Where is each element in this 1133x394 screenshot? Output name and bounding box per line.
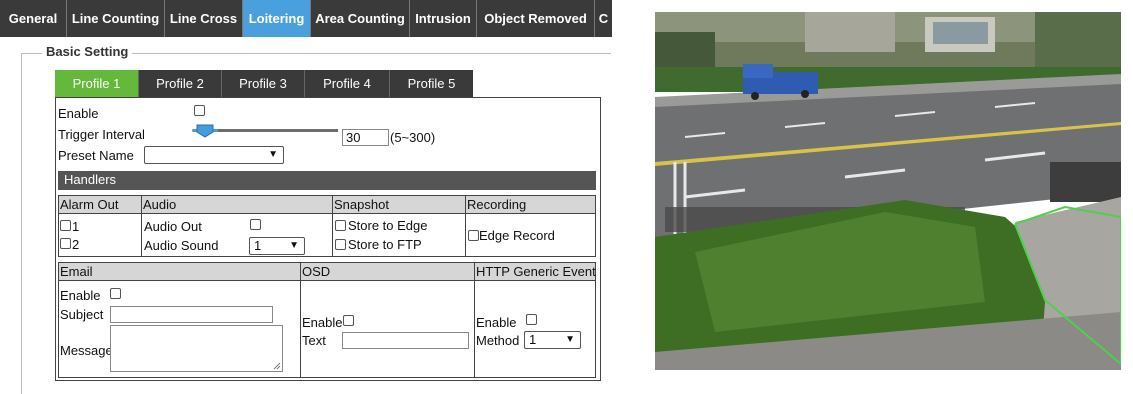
- camera-live-view[interactable]: [655, 12, 1121, 370]
- http-event-header: HTTP Generic Event: [476, 264, 596, 279]
- enable-label: Enable: [58, 106, 99, 121]
- audio-out-checkbox[interactable]: [250, 219, 261, 230]
- chevron-down-icon: ▼: [289, 240, 299, 251]
- http-method-select[interactable]: 1 ▼: [524, 331, 581, 349]
- audio-out-label: Audio Out: [144, 219, 202, 234]
- osd-enable-label: Enable: [302, 315, 343, 330]
- preset-name-select[interactable]: ▼: [144, 146, 284, 164]
- audio-header: Audio: [143, 197, 177, 212]
- osd-enable-checkbox[interactable]: [343, 315, 354, 326]
- resize-grip-icon[interactable]: [273, 362, 281, 370]
- tab-line-counting[interactable]: Line Counting: [67, 0, 165, 37]
- http-enable-label: Enable: [476, 315, 517, 330]
- trigger-interval-range: (5~300): [390, 130, 436, 145]
- tab-area-counting[interactable]: Area Counting: [311, 0, 410, 37]
- notification-divider-2: [474, 263, 475, 377]
- email-message-label: Message: [60, 343, 113, 358]
- store-edge-checkbox[interactable]: [335, 220, 346, 231]
- audio-sound-value: 1: [254, 238, 262, 253]
- trigger-interval-track-rest: [218, 129, 338, 132]
- profile-tab-3[interactable]: Profile 3: [222, 70, 305, 97]
- preset-name-label: Preset Name: [58, 148, 134, 163]
- basic-setting-legend: Basic Setting: [42, 44, 133, 59]
- camera-scene: [655, 12, 1121, 370]
- edge-record-label: Edge Record: [479, 228, 555, 243]
- audio-sound-label: Audio Sound: [144, 238, 219, 253]
- tab-intrusion[interactable]: Intrusion: [410, 0, 477, 37]
- tab-general[interactable]: General: [0, 0, 67, 37]
- email-enable-checkbox[interactable]: [110, 288, 121, 299]
- notification-divider-1: [300, 263, 301, 377]
- email-subject-label: Subject: [60, 307, 104, 322]
- osd-text-input[interactable]: [342, 332, 469, 349]
- trigger-interval-slider-thumb[interactable]: [196, 124, 214, 138]
- chevron-down-icon: ▼: [565, 334, 575, 345]
- store-ftp-checkbox[interactable]: [335, 239, 346, 250]
- alarm-out-1-label: 1: [72, 219, 80, 234]
- trigger-interval-label: Trigger Interval: [58, 127, 145, 142]
- http-method-label: Method: [476, 333, 520, 348]
- snapshot-header: Snapshot: [334, 197, 389, 212]
- tab-more[interactable]: C: [595, 0, 612, 37]
- chevron-down-icon: ▼: [268, 149, 278, 160]
- osd-header: OSD: [302, 264, 331, 279]
- osd-text-label: Text: [302, 333, 326, 348]
- handlers-divider-1: [141, 196, 142, 256]
- alarm-out-1-checkbox[interactable]: [60, 220, 71, 231]
- profile-tab-1[interactable]: Profile 1: [55, 70, 139, 97]
- http-method-value: 1: [529, 332, 537, 347]
- profile-tab-5[interactable]: Profile 5: [390, 70, 473, 97]
- profile-tab-4[interactable]: Profile 4: [305, 70, 390, 97]
- trigger-interval-input[interactable]: 30: [342, 129, 389, 146]
- tab-loitering[interactable]: Loitering: [243, 0, 311, 37]
- handlers-divider-2: [332, 196, 333, 256]
- email-message-textarea[interactable]: [110, 325, 283, 372]
- tab-object-removed[interactable]: Object Removed: [477, 0, 595, 37]
- enable-checkbox[interactable]: [194, 105, 205, 116]
- edge-record-checkbox[interactable]: [468, 230, 479, 241]
- alarm-out-2-label: 2: [72, 237, 80, 252]
- tab-line-cross[interactable]: Line Cross: [165, 0, 243, 37]
- analytics-tab-bar: General Line Counting Line Cross Loiteri…: [0, 0, 612, 37]
- handlers-divider-3: [465, 196, 466, 256]
- email-enable-label: Enable: [60, 288, 101, 303]
- recording-header: Recording: [467, 197, 527, 212]
- profile-tab-2[interactable]: Profile 2: [139, 70, 222, 97]
- email-header: Email: [60, 264, 93, 279]
- store-ftp-label: Store to FTP: [348, 237, 422, 252]
- email-subject-input[interactable]: [110, 306, 273, 323]
- audio-sound-select[interactable]: 1 ▼: [249, 237, 305, 255]
- alarm-out-2-checkbox[interactable]: [60, 238, 71, 249]
- http-enable-checkbox[interactable]: [526, 314, 537, 325]
- handlers-header: Handlers: [58, 171, 596, 190]
- alarm-out-header: Alarm Out: [60, 197, 119, 212]
- store-edge-label: Store to Edge: [348, 218, 428, 233]
